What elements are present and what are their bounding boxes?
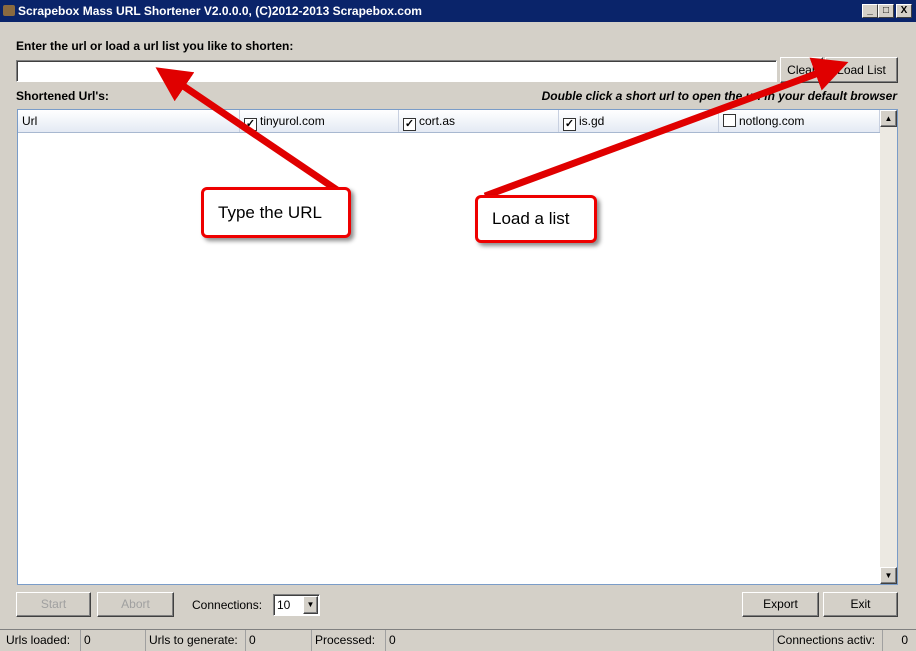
arrow-to-url-input bbox=[155, 67, 342, 195]
arrow-to-load-list bbox=[483, 57, 849, 200]
callout-load-list: Load a list bbox=[475, 195, 597, 243]
callout-type-url: Type the URL bbox=[201, 187, 351, 238]
annotation-arrows bbox=[155, 57, 849, 200]
